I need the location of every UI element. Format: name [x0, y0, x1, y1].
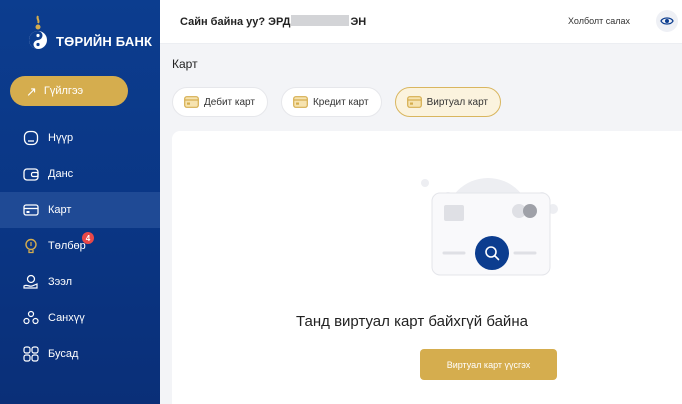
page-title: Карт: [172, 57, 198, 71]
soyombo-logo-icon: [29, 15, 47, 49]
main-content: Карт Дебит карт Кредит карт Виртуал карт: [160, 44, 682, 404]
loan-icon: [23, 274, 39, 290]
sidebar-item-finance[interactable]: Санхүү: [0, 300, 160, 336]
tab-label: Кредит карт: [312, 96, 369, 108]
sidebar-item-label: Данс: [48, 168, 74, 180]
greeting-text: Сайн байна уу? ЭРД ЭН: [180, 15, 366, 28]
empty-state-message: Танд виртуал карт байхгүй байна: [296, 313, 528, 330]
tab-credit-card[interactable]: Кредит карт: [280, 87, 382, 117]
sidebar-nav: Нүүр Данс Карт Төлбөр 4 Зээл Санхүү Буса…: [0, 120, 160, 372]
sidebar-item-loans[interactable]: Зээл: [0, 264, 160, 300]
redacted-name-block: [291, 15, 350, 26]
sidebar-item-cards[interactable]: Карт: [0, 192, 160, 228]
tab-label: Виртуал карт: [426, 96, 489, 108]
sidebar-item-accounts[interactable]: Данс: [0, 156, 160, 192]
sidebar-item-other[interactable]: Бусад: [0, 336, 160, 372]
tab-virtual-card[interactable]: Виртуал карт: [394, 87, 502, 117]
bulb-icon: [23, 238, 39, 254]
card-icon: [184, 96, 199, 108]
greeting-prefix: Сайн байна уу? ЭРД: [180, 16, 291, 28]
bank-name: ТӨРИЙН БАНК: [56, 34, 153, 49]
transaction-button[interactable]: ↗ Гүйлгээ: [10, 76, 128, 106]
bank-logo[interactable]: ТӨРИЙН БАНК: [20, 8, 153, 58]
card-icon: [293, 96, 308, 108]
home-icon: [23, 130, 39, 146]
notification-badge: 4: [82, 232, 94, 244]
sidebar: ТӨРИЙН БАНК ↗ Гүйлгээ Нүүр Данс Карт Төл…: [0, 0, 160, 404]
sidebar-item-label: Бусад: [48, 348, 79, 360]
tab-debit-card[interactable]: Дебит карт: [172, 87, 268, 117]
card-icon: [406, 96, 422, 108]
sidebar-item-label: Төлбөр: [48, 240, 86, 252]
card-type-tabs: Дебит карт Кредит карт Виртуал карт: [172, 87, 514, 117]
sidebar-item-label: Санхүү: [48, 312, 85, 324]
eye-icon[interactable]: [656, 10, 678, 32]
sidebar-item-label: Нүүр: [48, 132, 74, 144]
sidebar-item-label: Зээл: [48, 276, 73, 288]
grid-icon: [23, 346, 39, 362]
virtual-card-panel: Танд виртуал карт байхгүй байна Виртуал …: [172, 131, 682, 404]
empty-card-illustration-icon: [421, 178, 558, 276]
tab-label: Дебит карт: [204, 96, 255, 108]
top-bar: Сайн байна уу? ЭРД ЭН Холболт салах: [160, 0, 682, 44]
sidebar-item-home[interactable]: Нүүр: [0, 120, 160, 156]
arrow-up-right-icon: ↗: [26, 83, 37, 99]
wallet-icon: [23, 166, 39, 182]
card-icon: [23, 202, 39, 218]
finance-icon: [23, 310, 39, 326]
sidebar-item-label: Карт: [48, 204, 72, 216]
sidebar-item-payments[interactable]: Төлбөр 4: [0, 228, 160, 264]
balance-toggle-label: Холболт салах: [568, 16, 631, 26]
greeting-suffix: ЭН: [350, 16, 367, 28]
create-virtual-card-button[interactable]: Виртуал карт үүсгэх: [420, 349, 557, 380]
transaction-button-label: Гүйлгээ: [43, 85, 84, 97]
